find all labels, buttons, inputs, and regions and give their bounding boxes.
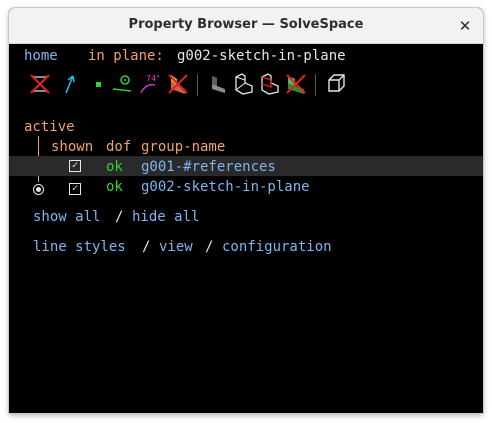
edges-icon[interactable] [231, 71, 257, 97]
perspective-cube-icon[interactable] [323, 71, 349, 97]
hide-all-link[interactable]: hide all [132, 209, 199, 225]
group-name-link[interactable]: g001-#references [141, 159, 276, 175]
link-separator: / [142, 239, 151, 255]
window-title: Property Browser — SolveSpace [128, 17, 364, 32]
normal-arrow-icon[interactable] [57, 71, 83, 97]
outline-icon[interactable] [257, 71, 283, 97]
show-all-link[interactable]: show all [33, 209, 100, 225]
home-link[interactable]: home [24, 48, 58, 64]
solid-shaded-icon[interactable] [205, 71, 231, 97]
group-name-column-header: group-name [141, 139, 226, 155]
dof-column-header: dof [106, 139, 132, 155]
group-name-link[interactable]: g002-sketch-in-plane [141, 179, 310, 195]
in-plane-label: in plane: [88, 48, 164, 64]
dof-status: ok [106, 179, 123, 195]
line-styles-link[interactable]: line styles [33, 239, 126, 255]
property-browser-window: Property Browser — SolveSpace ✕ home in … [9, 8, 483, 413]
browser-content: home in plane: g002-sketch-in-plane 74° [9, 44, 483, 413]
toolbar-separator [197, 74, 198, 96]
constraint-icon[interactable] [109, 71, 135, 97]
title-bar: Property Browser — SolveSpace ✕ [9, 8, 483, 44]
visibility-toolbar: 74° [19, 71, 409, 99]
point-icon[interactable] [85, 71, 111, 97]
dimension-icon[interactable]: 74° [137, 71, 163, 97]
toolbar-separator [315, 74, 316, 96]
shown-column-header: shown [51, 139, 94, 155]
svg-text:74°: 74° [146, 74, 160, 83]
view-link[interactable]: view [159, 239, 193, 255]
close-button[interactable]: ✕ [455, 16, 475, 36]
surface-hidden-icon[interactable] [165, 71, 191, 97]
dof-status: ok [106, 159, 123, 175]
link-separator: / [115, 209, 124, 225]
workplane-hidden-icon[interactable] [27, 71, 53, 97]
mesh-icon[interactable] [283, 71, 309, 97]
link-separator: / [205, 239, 214, 255]
configuration-link[interactable]: configuration [222, 239, 332, 255]
shown-checkbox[interactable]: ✓ [69, 160, 81, 172]
current-group-name: g002-sketch-in-plane [177, 48, 346, 64]
active-radio[interactable] [33, 184, 44, 195]
active-column-label: active [24, 119, 75, 135]
shown-checkbox[interactable]: ✓ [69, 183, 81, 195]
